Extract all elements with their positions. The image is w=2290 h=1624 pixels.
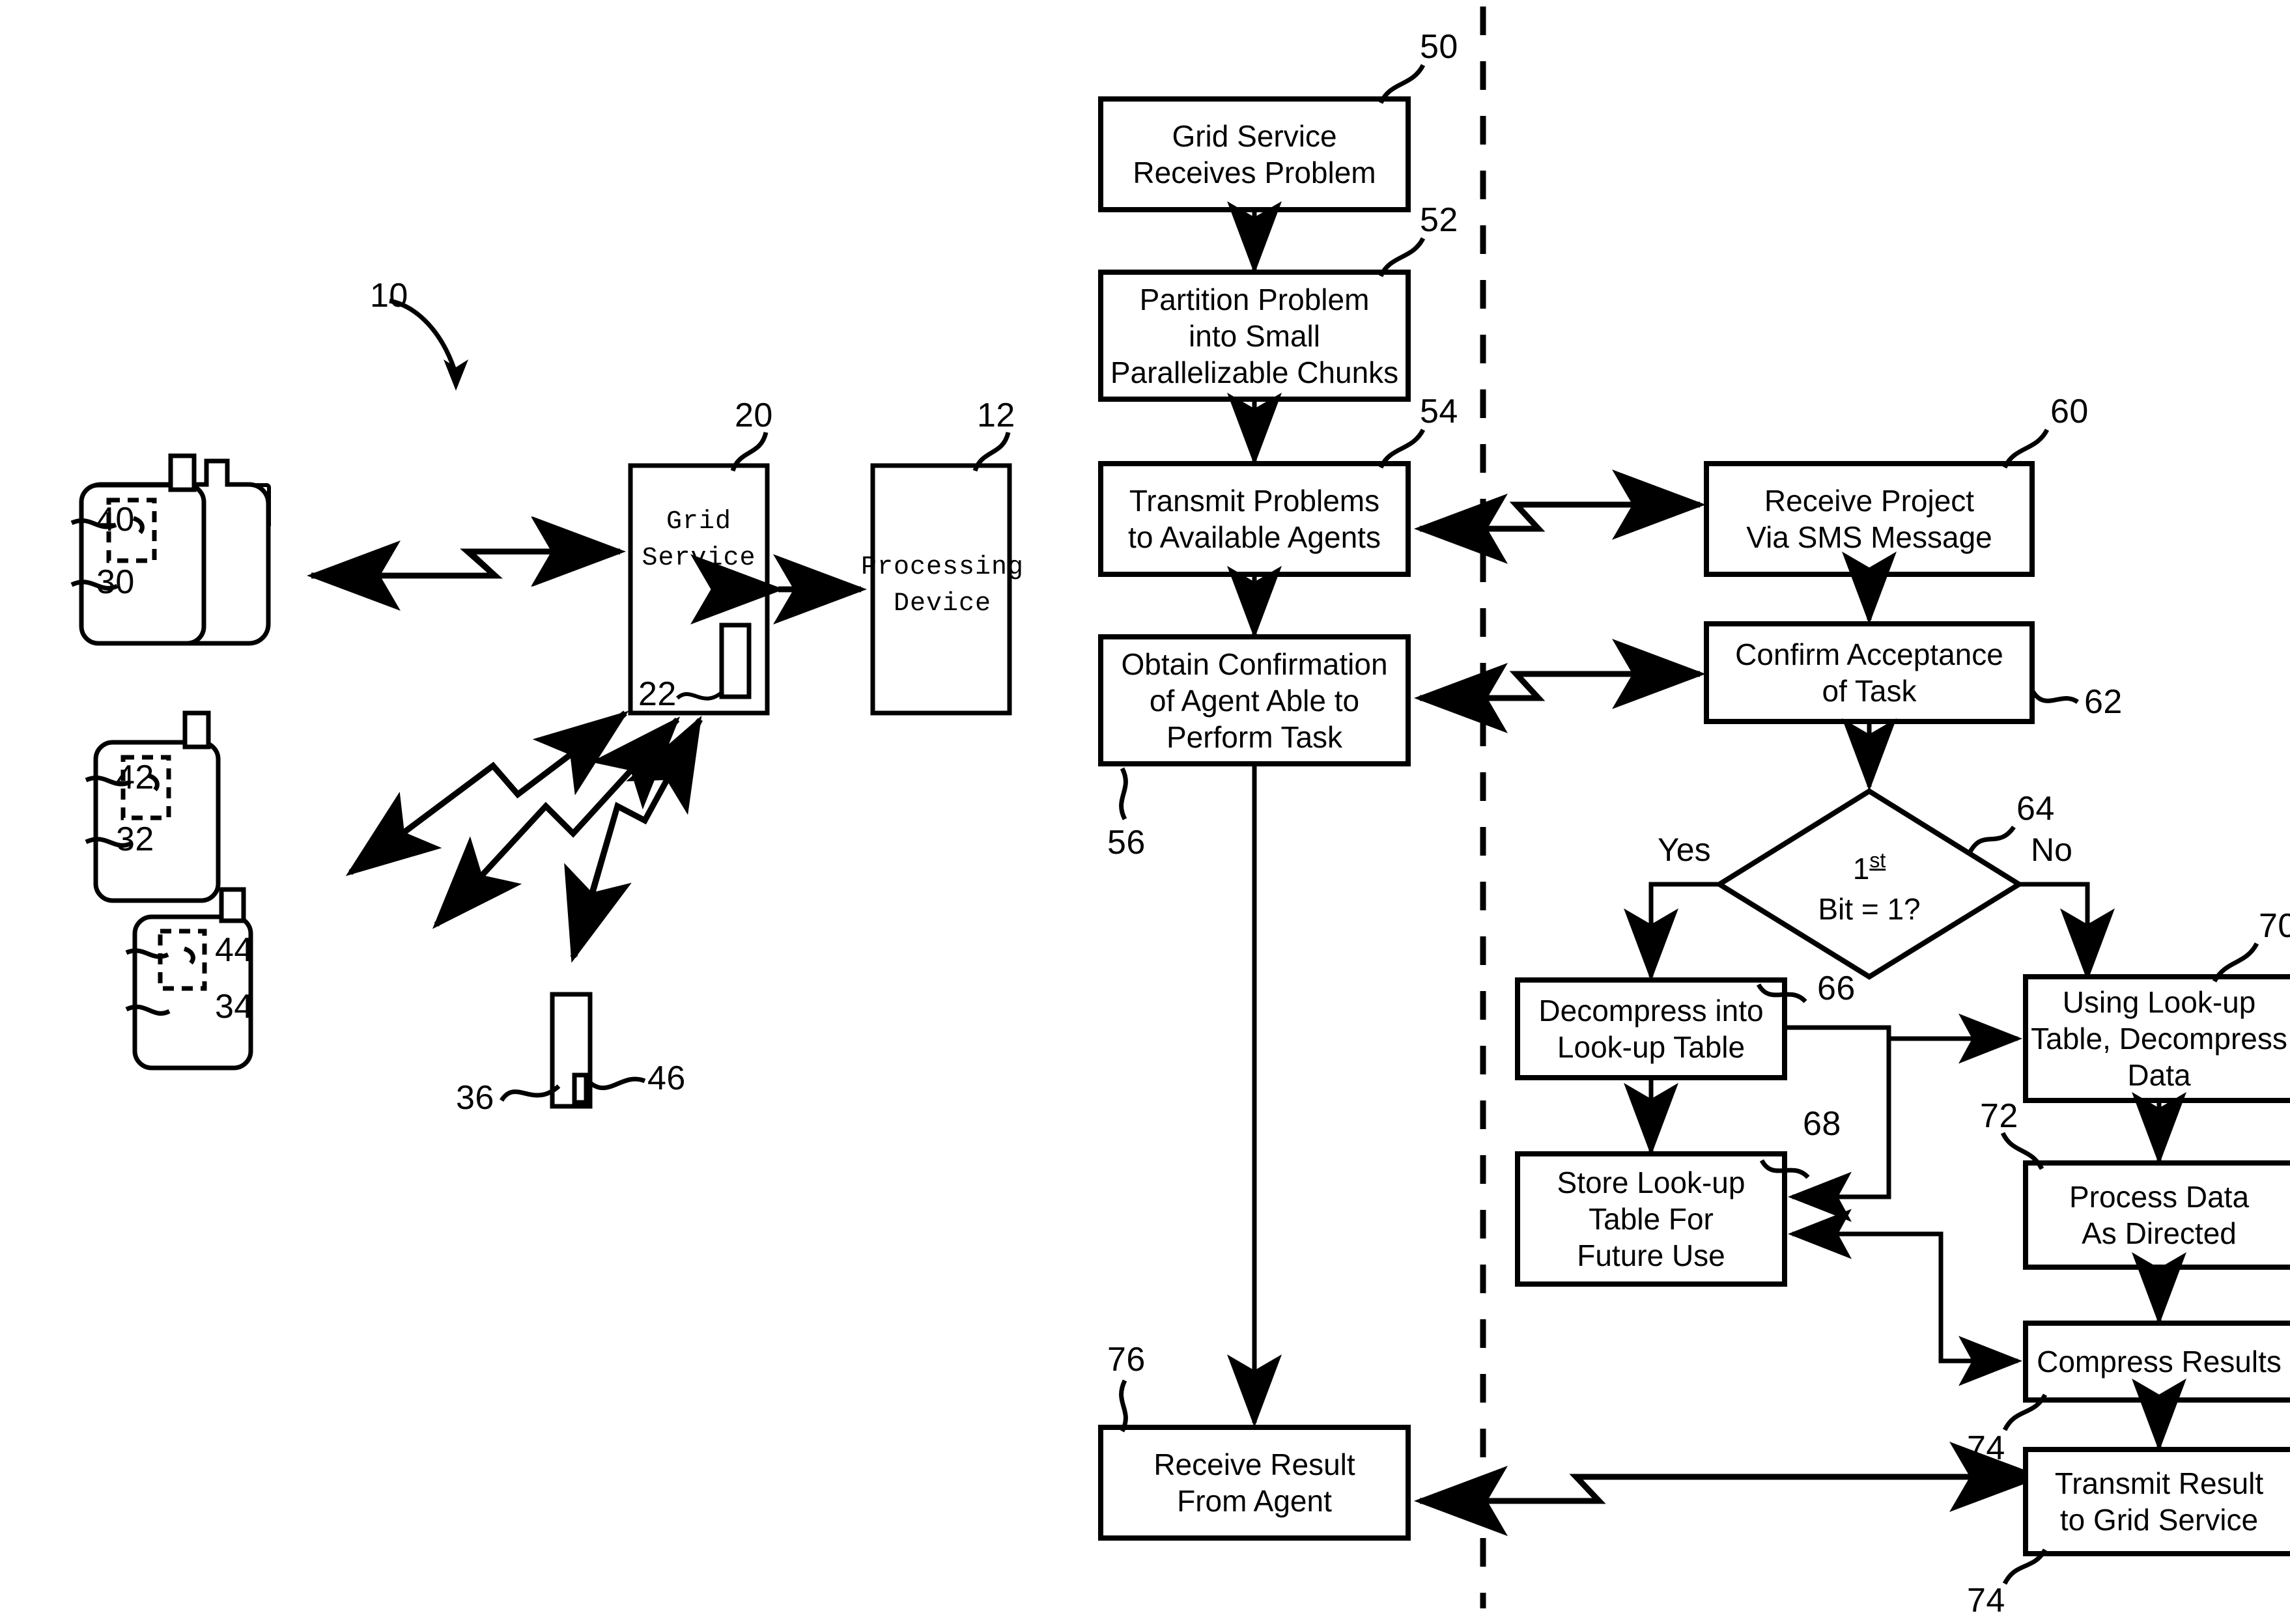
device-30 bbox=[79, 453, 206, 646]
link-56-62 bbox=[1414, 639, 1706, 733]
ref-30: 30 bbox=[96, 563, 135, 601]
link-device30-grid bbox=[307, 516, 625, 611]
ref-68: 68 bbox=[1803, 1105, 1841, 1143]
ref-22: 22 bbox=[638, 675, 677, 713]
device-34 bbox=[132, 887, 253, 1071]
ref-70: 70 bbox=[2259, 907, 2290, 945]
flow-box-74a-label: Compress Results bbox=[2037, 1345, 2282, 1379]
lead-line-64 bbox=[1968, 825, 2016, 853]
patent-figure-page: Grid Service Processing Device 10 20 12 … bbox=[0, 0, 2290, 1624]
ref-20: 20 bbox=[735, 397, 773, 434]
ref-52: 52 bbox=[1420, 201, 1458, 239]
flow-box-56-label: Obtain Confirmation of Agent Able to Per… bbox=[1121, 647, 1388, 754]
flow-box-68-label: Store Look-up Table For Future Use bbox=[1557, 1166, 1746, 1272]
flow-box-66-label: Decompress into Look-up Table bbox=[1538, 994, 1764, 1064]
decision-64-label: 1st Bit = 1? bbox=[1785, 840, 1954, 929]
ref-76: 76 bbox=[1107, 1341, 1146, 1379]
lead-line-62 bbox=[2029, 689, 2080, 705]
link-device32-grid bbox=[345, 710, 629, 876]
decision-line-1: 1st bbox=[1852, 848, 1886, 886]
ref-34: 34 bbox=[215, 988, 253, 1026]
flow-box-52-label: Partition Problem into Small Paralleliza… bbox=[1110, 282, 1399, 389]
ref-40: 40 bbox=[96, 501, 135, 539]
flow-box-60-label: Receive Project Via SMS Message bbox=[1746, 484, 1992, 554]
branch-no bbox=[2019, 882, 2115, 981]
grid-service-module-22 bbox=[719, 623, 752, 699]
connector-72-to-68 bbox=[1788, 1209, 1944, 1361]
flow-box-70-label: Using Look-up Table, Decompress Data bbox=[2031, 985, 2287, 1092]
connector-68-to-74a bbox=[1938, 1234, 2022, 1386]
ref-64: 64 bbox=[2016, 790, 2055, 828]
lead-line-46 bbox=[587, 1076, 646, 1091]
ref-62: 62 bbox=[2084, 683, 2123, 721]
link-device36-grid bbox=[564, 716, 703, 963]
lead-line-76 bbox=[1119, 1379, 1128, 1433]
decision-line-2: Bit = 1? bbox=[1818, 892, 1921, 926]
processing-device-label: Processing Device bbox=[860, 553, 1025, 619]
flow-box-50-label: Grid Service Receives Problem bbox=[1133, 119, 1376, 189]
ref-74a: 74 bbox=[1967, 1429, 2005, 1467]
ref-10: 10 bbox=[370, 277, 408, 315]
ref-66: 66 bbox=[1817, 970, 1856, 1007]
ref-36: 36 bbox=[456, 1079, 494, 1117]
branch-yes bbox=[1624, 882, 1719, 981]
ref-72: 72 bbox=[1980, 1097, 2018, 1135]
flow-box-76-label: Receive Result From Agent bbox=[1153, 1448, 1355, 1518]
ref-74b: 74 bbox=[1967, 1582, 2005, 1619]
grid-service-label: Grid Service bbox=[642, 507, 756, 573]
device-32 bbox=[93, 710, 221, 903]
ref-44: 44 bbox=[215, 931, 253, 969]
ref-56: 56 bbox=[1107, 824, 1146, 861]
ref-54: 54 bbox=[1420, 393, 1458, 430]
ordinal-suffix: st bbox=[1869, 848, 1886, 872]
branch-label-no: No bbox=[2031, 832, 2072, 868]
link-54-60 bbox=[1414, 469, 1706, 564]
flow-box-54-label: Transmit Problems to Available Agents bbox=[1128, 484, 1381, 554]
ref-60: 60 bbox=[2050, 393, 2089, 430]
flow-box-62-label: Confirm Acceptance of Task bbox=[1735, 637, 2003, 708]
link-74b-76 bbox=[1414, 1442, 2043, 1536]
flow-box-72-label: Process Data As Directed bbox=[2069, 1180, 2250, 1250]
ref-12: 12 bbox=[977, 397, 1015, 434]
link-device34-grid bbox=[432, 716, 681, 929]
link-device30-grid-b bbox=[311, 516, 626, 587]
flow-box-74b-label: Transmit Result to Grid Service bbox=[2054, 1466, 2264, 1537]
branch-label-yes: Yes bbox=[1658, 832, 1711, 868]
ref-42: 42 bbox=[116, 759, 154, 796]
ref-46: 46 bbox=[647, 1059, 686, 1097]
connector-66-to-70 bbox=[1785, 1013, 2022, 1064]
ref-50: 50 bbox=[1420, 28, 1458, 66]
figure-canvas bbox=[70, 7, 2290, 1608]
ref-32: 32 bbox=[116, 820, 154, 858]
lead-line-56 bbox=[1119, 767, 1128, 820]
